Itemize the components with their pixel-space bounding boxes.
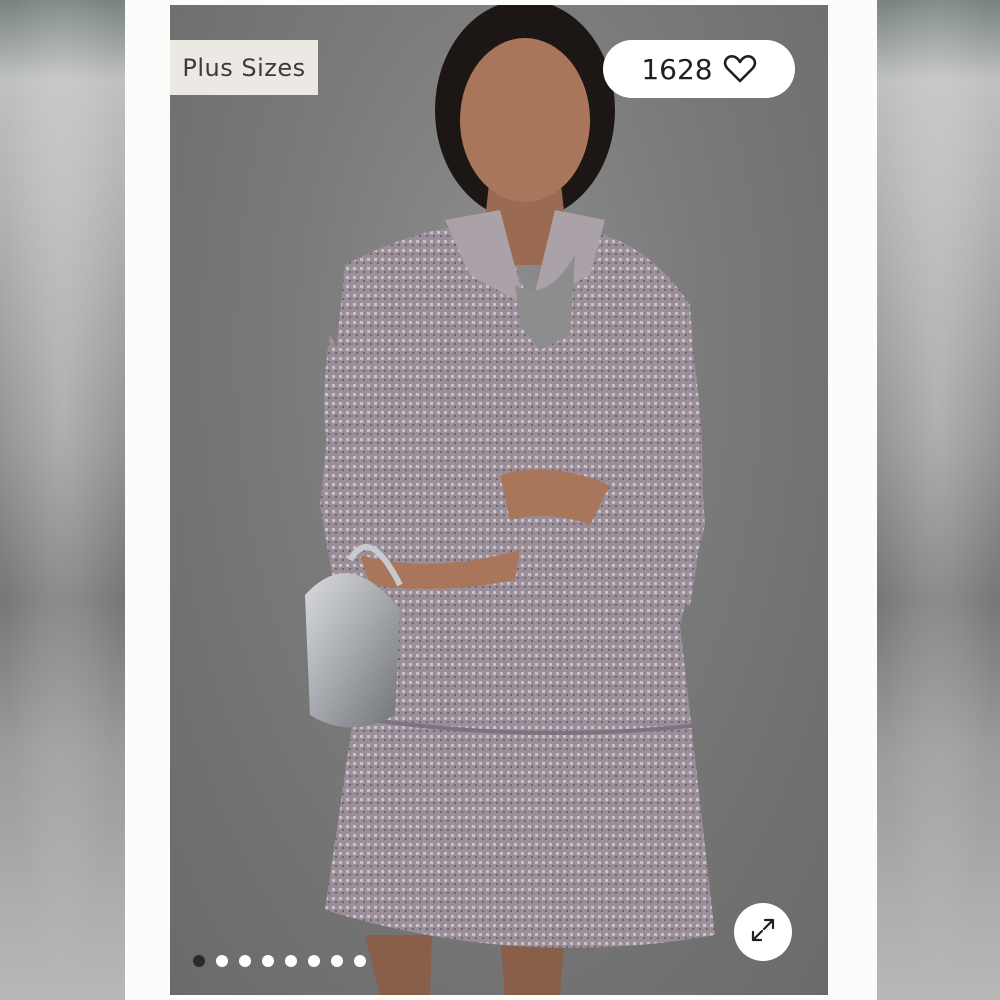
plus-sizes-badge[interactable]: Plus Sizes [170,40,318,95]
blurred-backdrop-left [0,0,125,1000]
carousel-dot[interactable] [285,955,297,967]
plus-sizes-label: Plus Sizes [182,53,306,82]
like-button[interactable]: 1628 [603,40,795,98]
carousel-dot[interactable] [331,955,343,967]
expand-image-button[interactable] [734,903,792,961]
carousel-dot[interactable] [262,955,274,967]
like-count: 1628 [641,52,713,86]
expand-arrows-icon [747,914,779,950]
blurred-backdrop-right [875,0,1000,1000]
carousel-dot[interactable] [193,955,205,967]
model-illustration [305,5,715,995]
heart-icon [723,54,757,84]
carousel-dot[interactable] [308,955,320,967]
carousel-dot[interactable] [354,955,366,967]
carousel-dot[interactable] [216,955,228,967]
product-image[interactable] [170,5,828,995]
carousel-indicators [193,955,366,967]
carousel-dot[interactable] [239,955,251,967]
